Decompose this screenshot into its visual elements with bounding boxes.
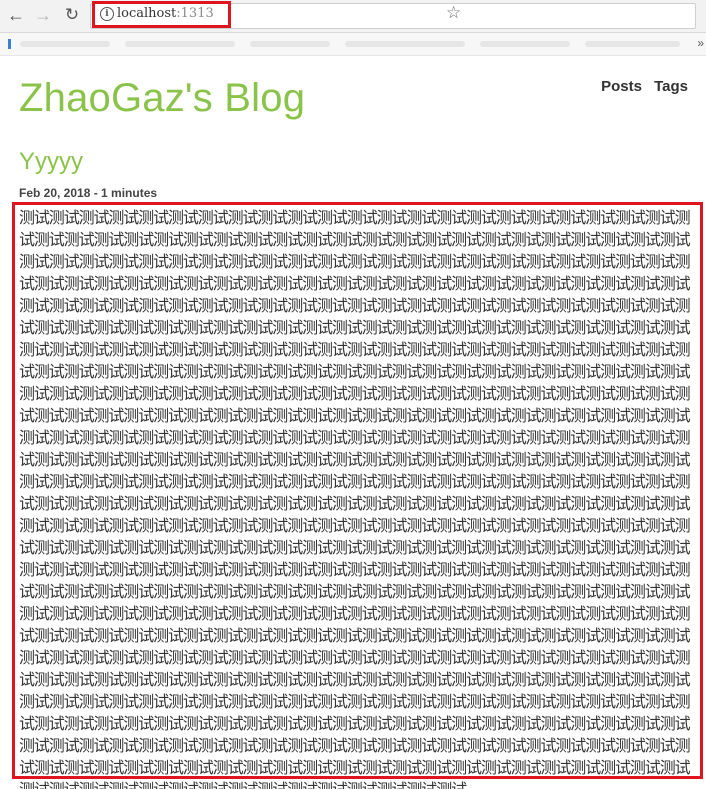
bookmark-item[interactable] xyxy=(480,41,570,47)
nav-link-posts[interactable]: Posts xyxy=(601,78,642,95)
bookmarks-bar: » xyxy=(0,33,706,56)
bookmark-item[interactable] xyxy=(345,41,465,47)
bookmark-item[interactable] xyxy=(250,41,330,47)
more-bookmarks-icon[interactable]: » xyxy=(697,36,704,50)
bookmark-item[interactable] xyxy=(20,41,110,47)
post-body: 测试测试测试测试测试测试测试测试测试测试测试测试测试测试测试测试测试测试测试测试… xyxy=(19,208,691,789)
bookmark-item[interactable] xyxy=(125,41,235,47)
url-highlight-box xyxy=(92,1,231,28)
post-title[interactable]: Yyyyy xyxy=(19,148,83,176)
reload-icon[interactable]: ↻ xyxy=(61,4,83,26)
browser-toolbar: ← → ↻ i localhost:1313 ☆ xyxy=(0,0,706,33)
site-nav: Posts Tags xyxy=(593,78,688,95)
bookmark-item[interactable] xyxy=(585,41,680,47)
site-title[interactable]: ZhaoGaz's Blog xyxy=(19,76,305,121)
bookmark-favicon xyxy=(8,39,11,49)
post-meta: Feb 20, 2018 - 1 minutes xyxy=(19,186,158,200)
bookmark-star-icon[interactable]: ☆ xyxy=(446,3,461,23)
forward-arrow-icon[interactable]: → xyxy=(32,4,54,26)
nav-link-tags[interactable]: Tags xyxy=(654,78,688,95)
back-arrow-icon[interactable]: ← xyxy=(5,4,27,26)
